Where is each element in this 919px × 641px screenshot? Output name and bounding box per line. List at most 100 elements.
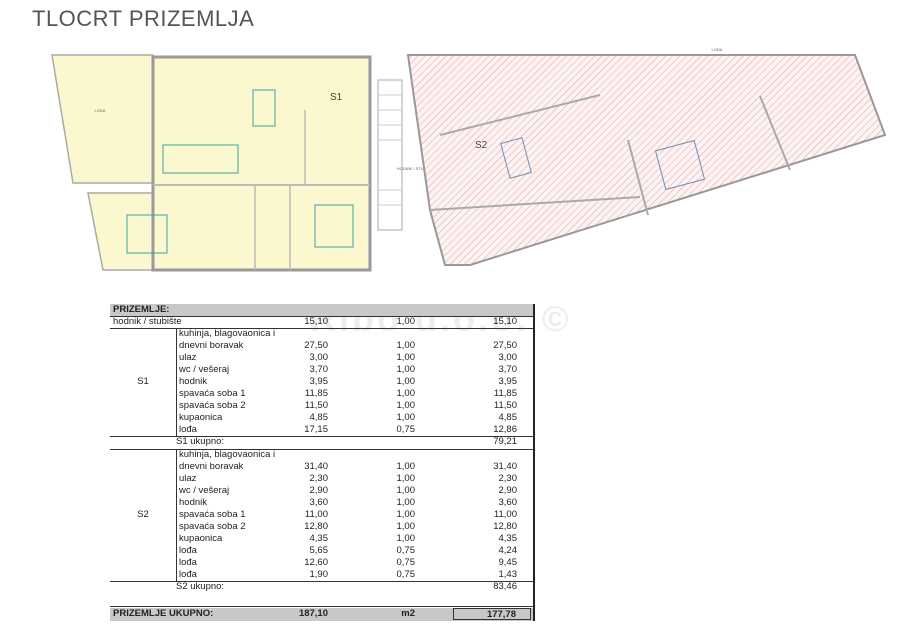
- room-coef: 1,00: [396, 388, 416, 399]
- table-row: kuhinja, blagovaonica i: [110, 328, 533, 340]
- table-row: spavaća soba 1 11,85 1,00 11,85: [110, 388, 533, 400]
- table-row: lođa 5,65 0,75 4,24: [110, 545, 533, 557]
- room-coef: 1,00: [396, 316, 416, 327]
- room-total: 3,60: [498, 497, 518, 508]
- room-name: spavaća soba 1: [179, 509, 246, 520]
- table-row: lođa 12,60 0,75 9,45: [110, 557, 533, 569]
- table-row: dnevni boravak 27,50 1,00 27,50: [110, 340, 533, 352]
- table-row: kupaonica 4,85 1,00 4,85: [110, 412, 533, 424]
- room-area: 3,00: [309, 352, 329, 363]
- room-total: 27,50: [493, 340, 517, 351]
- room-area: 5,65: [309, 545, 329, 556]
- room-total: 12,86: [493, 424, 517, 435]
- room-area: 3,60: [309, 497, 329, 508]
- room-area: 2,30: [309, 473, 329, 484]
- room-total: 3,95: [498, 376, 518, 387]
- room-total: 4,24: [498, 545, 518, 556]
- room-name: hodnik / stubište: [113, 316, 182, 327]
- room-area: 31,40: [304, 461, 328, 472]
- table-row: spavaća soba 2 11,50 1,00 11,50: [110, 400, 533, 412]
- room-name: wc / vešeraj: [179, 485, 230, 496]
- room-name: lođa: [179, 557, 197, 568]
- room-coef: 1,00: [396, 473, 416, 484]
- room-area: 4,35: [309, 533, 329, 544]
- table-row: kuhinja, blagovaonica i: [110, 449, 533, 461]
- room-name: spavaća soba 2: [179, 400, 246, 411]
- s1-bedroom-1: [87, 192, 154, 271]
- grand-total-label: PRIZEMLJE UKUPNO:: [113, 608, 214, 619]
- table-row: kupaonica 4,35 1,00 4,35: [110, 533, 533, 545]
- room-coef: 1,00: [396, 364, 416, 375]
- table-row: wc / vešeraj 3,70 1,00 3,70: [110, 364, 533, 376]
- room-area: 12,60: [304, 557, 328, 568]
- room-area: 3,70: [309, 364, 329, 375]
- s1-loggia-label: LOĐA: [95, 108, 106, 113]
- table-row: ulaz 2,30 1,00 2,30: [110, 473, 533, 485]
- s1-label: S1: [330, 92, 343, 103]
- s1-main-area: [151, 55, 372, 272]
- room-total: 3,00: [498, 352, 518, 363]
- area-table: PRIZEMLJE: hodnik / stubište 15,10 1,00 …: [110, 304, 535, 621]
- room-coef: 1,00: [396, 461, 416, 472]
- apartment-s1-plan: S1 LOĐA: [51, 54, 372, 272]
- subtotal-label: S2 ukupno:: [176, 581, 225, 592]
- room-coef: 1,00: [396, 533, 416, 544]
- grand-total-row: PRIZEMLJE UKUPNO: 187,10 m2 177,78: [110, 608, 533, 621]
- table-row: spavaća soba 2 12,80 1,00 12,80: [110, 521, 533, 533]
- room-coef: 1,00: [396, 485, 416, 496]
- room-name: hodnik: [179, 497, 207, 508]
- room-area: 27,50: [304, 340, 328, 351]
- room-total: 9,45: [498, 557, 518, 568]
- room-name: lođa: [179, 569, 197, 580]
- room-area: 15,10: [304, 316, 328, 327]
- room-total: 11,85: [493, 388, 517, 399]
- room-coef: 0,75: [396, 545, 416, 556]
- table-row: hodnik 3,60 1,00 3,60: [110, 497, 533, 509]
- room-name: spavaća soba 1: [179, 388, 246, 399]
- room-name: spavaća soba 2: [179, 521, 246, 532]
- subtotal-row: S2 ukupno: 83,46: [110, 581, 533, 593]
- room-total: 11,00: [493, 509, 517, 520]
- table-row-common: hodnik / stubište 15,10 1,00 15,10: [110, 316, 533, 328]
- room-coef: 0,75: [396, 569, 416, 580]
- s2-area: [406, 54, 887, 266]
- room-area: 17,15: [304, 424, 328, 435]
- room-area: 2,90: [309, 485, 329, 496]
- room-coef: 1,00: [396, 340, 416, 351]
- room-coef: 1,00: [396, 412, 416, 423]
- grand-total-area: 187,10: [298, 608, 328, 619]
- room-total: 4,35: [498, 533, 518, 544]
- room-area: 11,85: [304, 388, 328, 399]
- apartment-s2-plan: S2 LOĐA: [406, 47, 887, 266]
- room-coef: 1,00: [396, 509, 416, 520]
- room-coef: 0,75: [396, 557, 416, 568]
- room-coef: 1,00: [396, 521, 416, 532]
- room-total: 2,90: [498, 485, 518, 496]
- unit-label: S2: [137, 509, 149, 520]
- room-total: 4,85: [498, 412, 518, 423]
- room-name: wc / vešeraj: [179, 364, 230, 375]
- s1-loggia: [51, 54, 154, 184]
- room-area: 11,50: [304, 400, 328, 411]
- room-total: 2,30: [498, 473, 518, 484]
- room-name: dnevni boravak: [179, 340, 244, 351]
- s2-label: S2: [475, 140, 488, 151]
- room-coef: 1,00: [396, 376, 416, 387]
- room-area: 1,90: [309, 569, 329, 580]
- s2-loggia-label: LOĐA: [712, 47, 723, 52]
- room-total: 1,43: [498, 569, 518, 580]
- room-area: 12,80: [304, 521, 328, 532]
- table-header-row: PRIZEMLJE:: [110, 304, 533, 316]
- room-coef: 1,00: [396, 497, 416, 508]
- room-name: dnevni boravak: [179, 461, 244, 472]
- subtotal-label: S1 ukupno:: [176, 436, 225, 447]
- room-total: 11,50: [493, 400, 517, 411]
- table-row: ulaz 3,00 1,00 3,00: [110, 352, 533, 364]
- room-total: 12,80: [493, 521, 517, 532]
- subtotal-row: S1 ukupno: 79,21: [110, 436, 533, 448]
- room-name: kupaonica: [179, 412, 223, 423]
- room-total: 15,10: [493, 316, 517, 327]
- room-name: ulaz: [179, 473, 197, 484]
- room-area: 3,95: [309, 376, 329, 387]
- subtotal-value: 79,21: [493, 436, 517, 447]
